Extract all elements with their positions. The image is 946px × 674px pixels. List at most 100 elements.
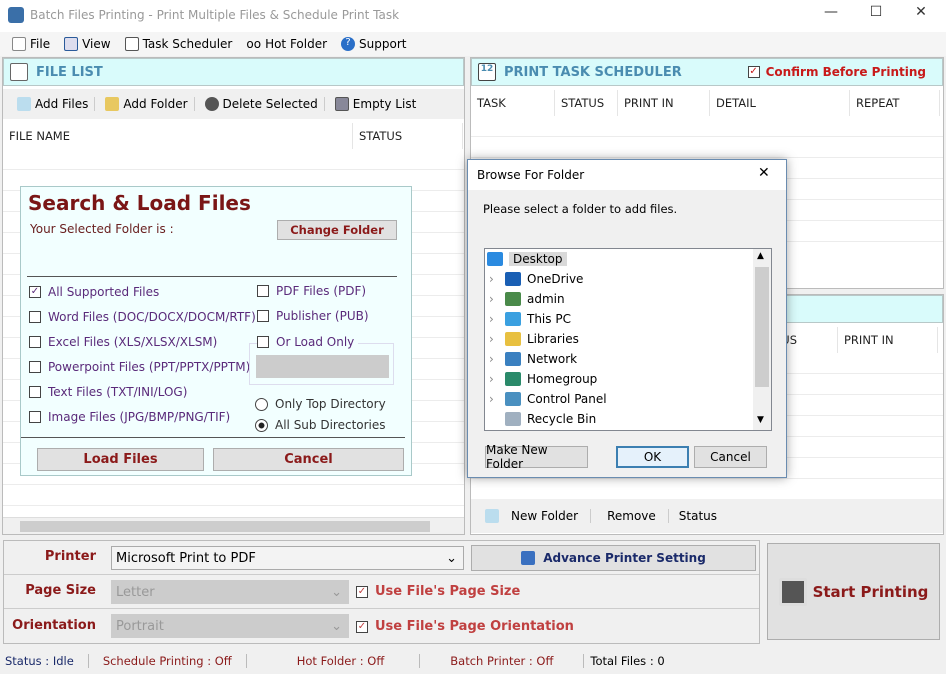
tree-item-network[interactable]: › Network <box>485 349 771 369</box>
glasses-icon: oo <box>246 37 262 51</box>
tree-item-libraries[interactable]: › Libraries <box>485 329 771 349</box>
file-list-columns: FILE NAME STATUS <box>3 123 464 149</box>
printer-label: Printer <box>44 549 96 564</box>
empty-list-button[interactable]: Empty List <box>329 97 423 111</box>
orientation-select[interactable]: Portrait ⌄ <box>111 614 349 638</box>
menu-support[interactable]: ? Support <box>341 37 406 51</box>
delete-selected-button[interactable]: Delete Selected <box>199 97 325 111</box>
add-folder-button[interactable]: Add Folder <box>99 97 195 111</box>
expand-chevron-icon[interactable]: › <box>489 372 499 386</box>
expand-chevron-icon[interactable]: › <box>489 332 499 346</box>
page-size-label: Page Size <box>25 583 96 598</box>
print-settings: Printer Microsoft Print to PDF ⌄ Advance … <box>3 540 760 644</box>
expand-chevron-icon[interactable]: › <box>489 292 499 306</box>
file-type-checkbox[interactable]: Publisher (PUB) <box>257 309 369 323</box>
tree-item-desktop[interactable]: Desktop <box>485 249 771 269</box>
add-files-button[interactable]: Add Files <box>11 97 96 111</box>
radio-only-top-directory[interactable]: Only Top Directory <box>255 397 386 411</box>
use-file-orientation-checkbox[interactable]: ✓ Use File's Page Orientation <box>356 619 574 634</box>
file-type-checkbox[interactable]: ✓ All Supported Files <box>29 285 256 299</box>
tree-item-label: admin <box>527 292 565 306</box>
checkbox-icon <box>29 361 41 373</box>
recycle-bin-icon <box>505 412 521 426</box>
tree-item-admin[interactable]: › admin <box>485 289 771 309</box>
menu-view[interactable]: View <box>64 37 111 51</box>
col-detail[interactable]: DETAIL <box>710 90 850 116</box>
tree-item-onedrive[interactable]: › OneDrive <box>485 269 771 289</box>
dialog-title-bar: Browse For Folder ✕ <box>468 160 786 190</box>
minimize-button[interactable]: — <box>816 4 846 26</box>
dialog-close-button[interactable]: ✕ <box>758 165 770 181</box>
title-bar: Batch Files Printing - Print Multiple Fi… <box>0 0 946 32</box>
make-new-folder-button[interactable]: Make New Folder <box>485 443 588 471</box>
new-folder-icon <box>485 509 499 523</box>
right-options: PDF Files (PDF) Publisher (PUB) <box>257 284 369 323</box>
col-print-in[interactable]: PRINT IN <box>838 327 938 353</box>
load-only-checkbox[interactable]: Or Load Only <box>257 335 359 349</box>
desktop-icon <box>487 252 503 266</box>
tree-item-recycle-bin[interactable]: Recycle Bin <box>485 409 771 429</box>
divider <box>4 608 759 609</box>
scroll-up-icon[interactable]: ▲ <box>757 251 764 261</box>
menu-task-scheduler[interactable]: Task Scheduler <box>124 37 232 51</box>
tree-item-label: Control Panel <box>527 392 607 406</box>
checkbox-icon <box>29 411 41 423</box>
checkbox-checked-icon: ✓ <box>29 286 41 298</box>
use-file-page-size-checkbox[interactable]: ✓ Use File's Page Size <box>356 584 520 599</box>
maximize-button[interactable]: ☐ <box>861 4 891 26</box>
printer-icon <box>521 551 536 565</box>
printer-select[interactable]: Microsoft Print to PDF ⌄ <box>111 546 464 570</box>
file-type-checkbox[interactable]: PDF Files (PDF) <box>257 284 369 298</box>
scroll-down-icon[interactable]: ▼ <box>757 415 764 425</box>
tree-scrollbar[interactable]: ▲ ▼ <box>753 249 771 430</box>
expand-chevron-icon[interactable]: › <box>489 312 499 326</box>
hot-folder-toolbar: New Folder Remove Status <box>471 499 943 533</box>
empty-list-icon <box>334 97 349 111</box>
menu-hot-folder[interactable]: oo Hot Folder <box>246 37 327 51</box>
menu-file[interactable]: File <box>12 37 50 51</box>
remove-button[interactable]: Remove <box>595 509 669 523</box>
load-only-select[interactable] <box>256 355 389 378</box>
scrollbar-thumb[interactable] <box>20 521 430 532</box>
horizontal-scrollbar[interactable] <box>3 517 464 534</box>
dialog-cancel-button[interactable]: Cancel <box>694 446 767 468</box>
checkbox-icon <box>257 310 269 322</box>
expand-chevron-icon[interactable]: › <box>489 352 499 366</box>
col-repeat[interactable]: REPEAT <box>850 90 940 116</box>
file-type-checkbox[interactable]: Text Files (TXT/INI/LOG) <box>29 385 256 399</box>
status-total-files: Total Files : 0 <box>590 654 665 668</box>
tree-item-label: Homegroup <box>527 372 598 386</box>
load-files-button[interactable]: Load Files <box>37 448 204 471</box>
divider <box>27 276 397 277</box>
radio-all-sub-directories[interactable]: All Sub Directories <box>255 418 386 432</box>
expand-chevron-icon[interactable]: › <box>489 392 499 406</box>
col-task[interactable]: TASK <box>471 90 555 116</box>
file-list-toolbar: Add Files Add Folder Delete Selected Emp… <box>3 89 464 119</box>
confirm-before-printing-checkbox[interactable]: ✓ Confirm Before Printing <box>747 65 926 79</box>
file-type-checkbox[interactable]: Image Files (JPG/BMP/PNG/TIF) <box>29 410 256 424</box>
tree-item-this-pc[interactable]: › This PC <box>485 309 771 329</box>
cancel-button[interactable]: Cancel <box>213 448 404 471</box>
expand-chevron-icon[interactable]: › <box>489 272 499 286</box>
col-status[interactable]: STATUS <box>353 123 463 149</box>
change-folder-button[interactable]: Change Folder <box>277 220 397 240</box>
tree-item-homegroup[interactable]: › Homegroup <box>485 369 771 389</box>
tree-item-control-panel[interactable]: › Control Panel <box>485 389 771 409</box>
ok-button[interactable]: OK <box>616 446 689 468</box>
advance-printer-setting-button[interactable]: Advance Printer Setting <box>471 545 756 571</box>
new-folder-button[interactable]: New Folder <box>479 509 592 523</box>
col-print-in[interactable]: PRINT IN <box>618 90 710 116</box>
col-file-name[interactable]: FILE NAME <box>3 123 353 149</box>
file-type-checkbox[interactable]: Powerpoint Files (PPT/PPTX/PPTM) <box>29 360 256 374</box>
scrollbar-thumb[interactable] <box>755 267 769 387</box>
file-list-header: FILE LIST <box>3 58 464 86</box>
col-status[interactable]: STATUS <box>555 90 618 116</box>
page-size-select[interactable]: Letter ⌄ <box>111 580 349 604</box>
start-printing-button[interactable]: Start Printing <box>767 543 940 640</box>
file-type-checkbox[interactable]: Word Files (DOC/DOCX/DOCM/RTF) <box>29 310 256 324</box>
delete-icon <box>204 97 219 111</box>
file-type-checkbox[interactable]: Excel Files (XLS/XLSX/XLSM) <box>29 335 256 349</box>
close-button[interactable]: ✕ <box>906 4 936 26</box>
status-button[interactable]: Status <box>673 509 723 523</box>
window-title: Batch Files Printing - Print Multiple Fi… <box>30 8 400 22</box>
